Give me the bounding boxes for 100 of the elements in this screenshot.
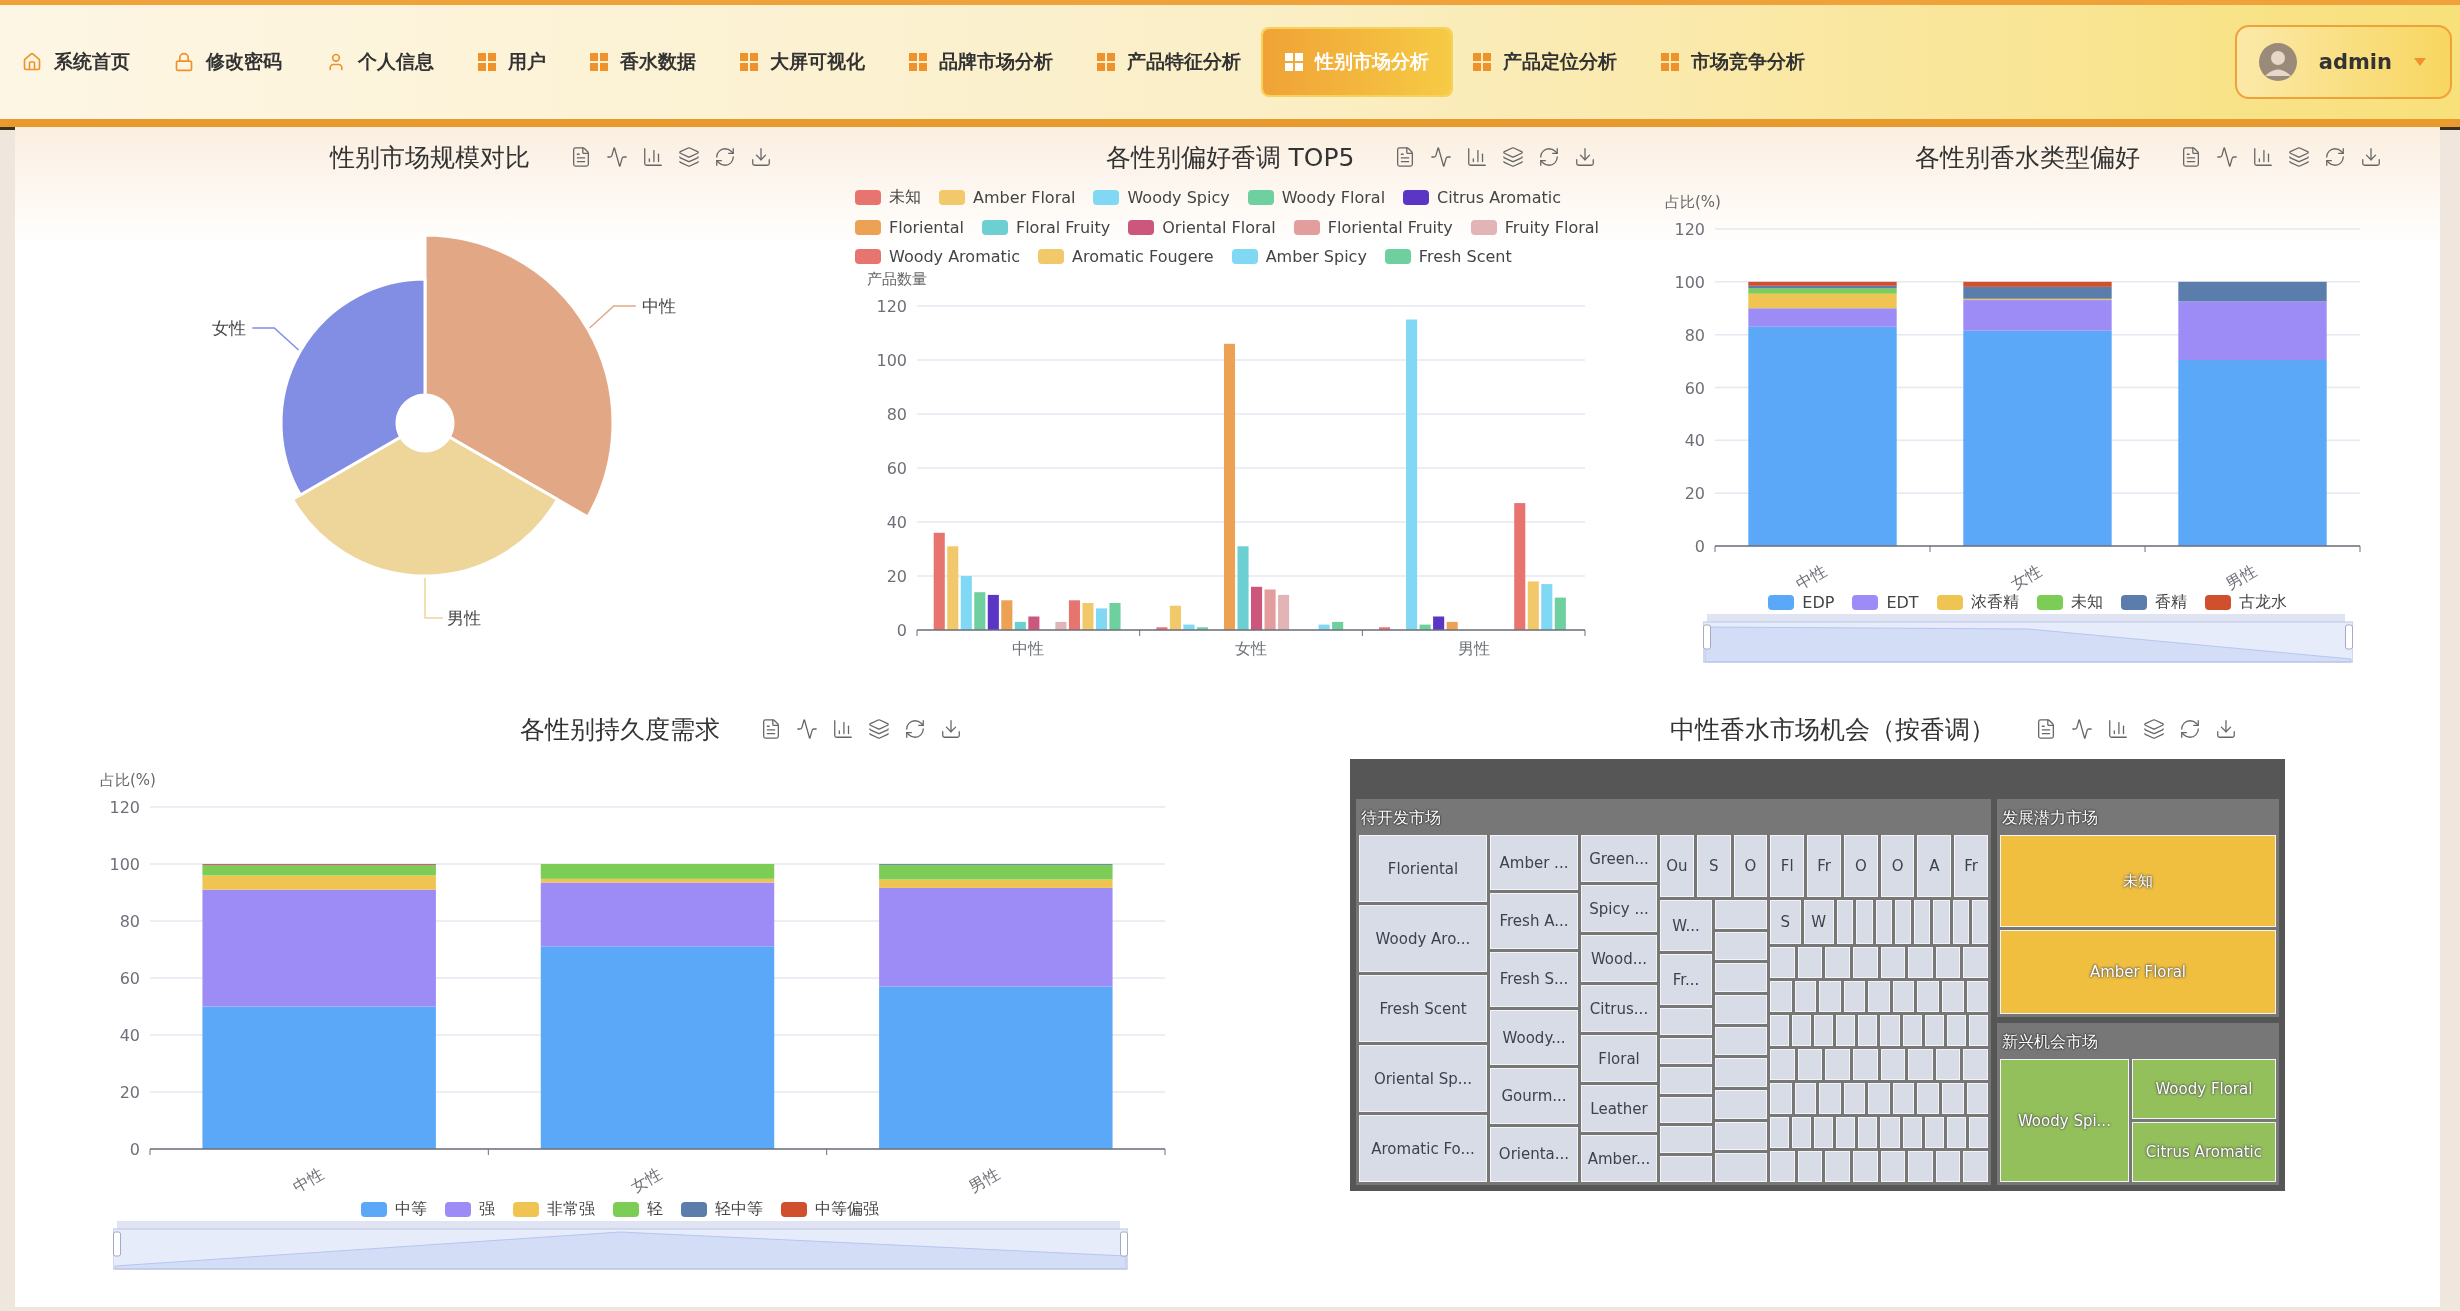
- treemap-tile[interactable]: Orienta...: [1490, 1126, 1578, 1182]
- treemap-tile[interactable]: W...: [1660, 900, 1712, 951]
- line-chart-icon[interactable]: [1430, 146, 1453, 168]
- treemap-tile[interactable]: [1660, 1126, 1712, 1153]
- treemap-tile[interactable]: Wood...: [1581, 935, 1657, 982]
- treemap-tile[interactable]: A: [1917, 835, 1952, 897]
- treemap-tile[interactable]: [1660, 1067, 1712, 1094]
- legend-swatch[interactable]: [1768, 595, 1795, 610]
- legend-swatch[interactable]: [1038, 249, 1065, 264]
- treemap-tile[interactable]: [1968, 1014, 1988, 1046]
- treemap-tile[interactable]: O: [1843, 835, 1878, 897]
- treemap-tile[interactable]: [1715, 995, 1767, 1024]
- document-icon[interactable]: [2180, 146, 2202, 168]
- treemap-tile[interactable]: [1770, 1048, 1795, 1080]
- bar-chart-icon[interactable]: [2252, 146, 2274, 168]
- treemap-tile[interactable]: Spicy ...: [1581, 885, 1657, 932]
- treemap-tile[interactable]: [1660, 1008, 1712, 1035]
- treemap-tile[interactable]: [1792, 1116, 1812, 1148]
- document-icon[interactable]: [570, 146, 592, 168]
- layers-icon[interactable]: [678, 146, 700, 168]
- treemap-tile[interactable]: [1917, 980, 1939, 1012]
- legend-swatch[interactable]: [513, 1202, 539, 1217]
- nav-tab[interactable]: 个人信息: [304, 29, 456, 95]
- legend-swatch[interactable]: [1470, 220, 1497, 235]
- treemap-tile[interactable]: Floral: [1581, 1035, 1657, 1082]
- treemap-tile[interactable]: [1941, 980, 1964, 1012]
- nav-tab[interactable]: 品牌市场分析: [887, 29, 1075, 95]
- treemap-tile[interactable]: [1715, 1121, 1767, 1151]
- treemap-tile[interactable]: [1892, 980, 1915, 1012]
- treemap-tile[interactable]: [1770, 946, 1795, 978]
- nav-tab[interactable]: 产品定位分析: [1451, 29, 1639, 95]
- treemap-tile[interactable]: [1894, 900, 1911, 944]
- line-chart-icon[interactable]: [2071, 718, 2093, 740]
- legend-swatch[interactable]: [1852, 595, 1879, 610]
- bar-chart-icon[interactable]: [642, 146, 664, 168]
- treemap-tile[interactable]: [1875, 900, 1892, 944]
- refresh-icon[interactable]: [714, 146, 736, 168]
- layers-icon[interactable]: [2288, 146, 2310, 168]
- nav-tab[interactable]: 系统首页: [0, 29, 152, 95]
- treemap-tile[interactable]: [1935, 1150, 1961, 1183]
- treemap-tile[interactable]: [1941, 1082, 1964, 1114]
- treemap-tile[interactable]: [1794, 980, 1817, 1012]
- slider-handle[interactable]: [2344, 624, 2353, 650]
- treemap-tile[interactable]: O: [1880, 835, 1915, 897]
- treemap-tile[interactable]: Leather: [1581, 1085, 1657, 1132]
- legend-swatch[interactable]: [1384, 249, 1411, 264]
- treemap-tile[interactable]: [1814, 1014, 1834, 1046]
- layers-icon[interactable]: [1502, 146, 1525, 168]
- treemap-tile[interactable]: [1715, 900, 1767, 929]
- treemap-tile[interactable]: [1946, 1014, 1966, 1046]
- treemap-tile[interactable]: Green...: [1581, 835, 1657, 882]
- treemap-tile[interactable]: [1880, 1116, 1900, 1148]
- legend-swatch[interactable]: [1128, 220, 1155, 235]
- legend-swatch[interactable]: [1093, 190, 1120, 205]
- treemap-tile[interactable]: [1908, 946, 1933, 978]
- legend-swatch[interactable]: [855, 220, 881, 235]
- treemap-tile[interactable]: [1843, 1082, 1866, 1114]
- treemap-tile[interactable]: [1852, 1150, 1878, 1183]
- treemap-tile[interactable]: [1825, 946, 1850, 978]
- nav-tab[interactable]: 用户: [456, 29, 568, 95]
- treemap-tile[interactable]: [1660, 1096, 1712, 1123]
- legend-swatch[interactable]: [2204, 595, 2231, 610]
- treemap-tile[interactable]: [1792, 1014, 1812, 1046]
- treemap-tile[interactable]: [1797, 946, 1823, 978]
- treemap-tile[interactable]: [1880, 1014, 1900, 1046]
- treemap-tile[interactable]: Citrus...: [1581, 985, 1657, 1032]
- line-chart-icon[interactable]: [606, 146, 628, 168]
- treemap-tile[interactable]: [1935, 1048, 1961, 1080]
- treemap-tile[interactable]: [1880, 1048, 1906, 1080]
- treemap-tile[interactable]: [1715, 1090, 1767, 1119]
- treemap-tile[interactable]: [1966, 980, 1989, 1012]
- nav-tab[interactable]: 产品特征分析: [1075, 29, 1263, 95]
- data-zoom-slider[interactable]: [1702, 613, 2353, 665]
- slider-handle[interactable]: [112, 1231, 121, 1257]
- treemap-tile[interactable]: Floriental: [1359, 835, 1487, 902]
- bar-chart-icon[interactable]: [832, 718, 854, 740]
- legend-swatch[interactable]: [361, 1202, 387, 1217]
- treemap-tile[interactable]: [1715, 931, 1767, 961]
- download-icon[interactable]: [1574, 146, 1597, 168]
- treemap-tile[interactable]: [1858, 1014, 1878, 1046]
- line-chart-icon[interactable]: [796, 718, 818, 740]
- treemap-tile[interactable]: [1880, 1150, 1906, 1183]
- download-icon[interactable]: [940, 718, 962, 740]
- treemap-tile[interactable]: [1924, 1014, 1944, 1046]
- slider-handle[interactable]: [1119, 1231, 1128, 1257]
- treemap-tile[interactable]: [1963, 946, 1988, 978]
- treemap-tile[interactable]: Aromatic Fo...: [1359, 1115, 1487, 1182]
- treemap-tile[interactable]: [1825, 1048, 1850, 1080]
- treemap-tile[interactable]: [1770, 1150, 1795, 1183]
- treemap-tile[interactable]: [1902, 1014, 1922, 1046]
- data-zoom-slider[interactable]: [112, 1220, 1128, 1272]
- treemap-tile[interactable]: [1968, 1116, 1988, 1148]
- treemap-tile[interactable]: [1797, 1048, 1823, 1080]
- treemap-tile[interactable]: [1715, 1026, 1767, 1056]
- treemap-tile[interactable]: [1952, 900, 1969, 944]
- treemap-tile[interactable]: [1971, 900, 1988, 944]
- treemap-tile[interactable]: W: [1803, 900, 1834, 944]
- treemap-tile[interactable]: [1770, 980, 1792, 1012]
- treemap-tile[interactable]: [1858, 1116, 1878, 1148]
- legend-swatch[interactable]: [939, 190, 965, 205]
